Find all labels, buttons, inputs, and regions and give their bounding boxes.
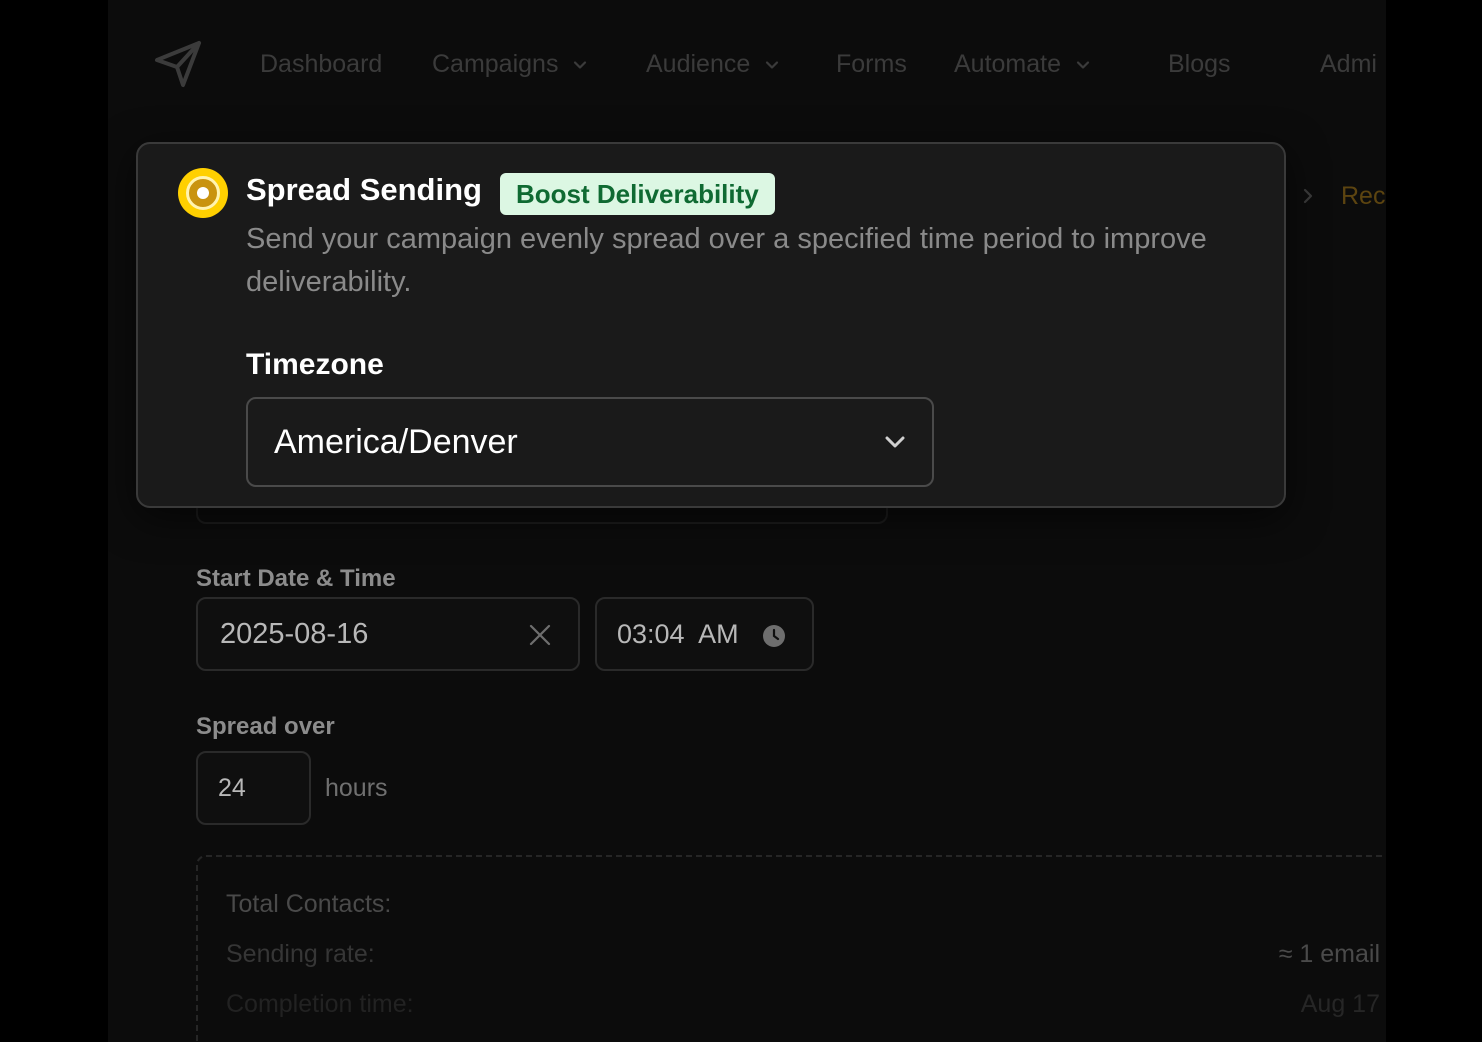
spread-unit-label: hours bbox=[325, 774, 388, 802]
summary-value-rate: ≈ 1 email bbox=[1278, 940, 1380, 968]
summary-value-completion: Aug 17 bbox=[1300, 990, 1380, 1018]
timezone-value: America/Denver bbox=[274, 422, 518, 461]
start-date-input[interactable]: 2025-08-16 bbox=[196, 597, 580, 671]
chevron-down-icon bbox=[1076, 60, 1090, 69]
nav-dashboard[interactable]: Dashboard bbox=[260, 50, 382, 79]
nav-audience[interactable]: Audience bbox=[646, 50, 780, 79]
nav-admin[interactable]: Admi bbox=[1320, 50, 1377, 79]
start-date-value: 2025-08-16 bbox=[220, 617, 369, 650]
summary-label-completion: Completion time: bbox=[226, 990, 414, 1018]
timezone-select[interactable]: America/Denver bbox=[246, 397, 934, 487]
option-description: Send your campaign evenly spread over a … bbox=[246, 223, 1207, 298]
summary-label-total: Total Contacts: bbox=[226, 890, 392, 918]
spread-sending-option[interactable]: Spread Sending Boost Deliverability Send… bbox=[136, 142, 1286, 508]
nav-automate[interactable]: Automate bbox=[954, 50, 1091, 79]
nav-campaigns[interactable]: Campaigns bbox=[432, 50, 588, 79]
chevron-down-icon bbox=[885, 436, 905, 448]
paper-plane-icon[interactable] bbox=[152, 38, 204, 90]
nav-forms[interactable]: Forms bbox=[836, 50, 907, 79]
spread-hours-input[interactable]: 24 bbox=[196, 751, 311, 825]
close-icon[interactable] bbox=[528, 623, 552, 647]
spread-hours-value: 24 bbox=[218, 773, 246, 802]
radio-selected-icon[interactable] bbox=[178, 168, 228, 218]
clock-icon[interactable] bbox=[762, 624, 786, 648]
option-title: Spread Sending bbox=[246, 172, 482, 207]
chevron-down-icon bbox=[574, 60, 587, 69]
summary-label-rate: Sending rate: bbox=[226, 940, 375, 968]
start-time-value: 03:04 AM bbox=[617, 618, 739, 649]
nav-blogs[interactable]: Blogs bbox=[1168, 50, 1231, 79]
boost-badge: Boost Deliverability bbox=[500, 173, 775, 215]
timezone-label: Timezone bbox=[246, 348, 384, 381]
start-date-label: Start Date & Time bbox=[196, 565, 396, 592]
chevron-down-icon bbox=[766, 60, 779, 69]
breadcrumb-step[interactable]: Rec bbox=[1341, 182, 1385, 211]
spread-over-label: Spread over bbox=[196, 713, 335, 740]
start-time-input[interactable]: 03:04 AM bbox=[595, 597, 814, 671]
top-nav: Dashboard Campaigns Audience Forms Autom… bbox=[108, 0, 1386, 130]
chevron-right-icon bbox=[1303, 188, 1313, 204]
